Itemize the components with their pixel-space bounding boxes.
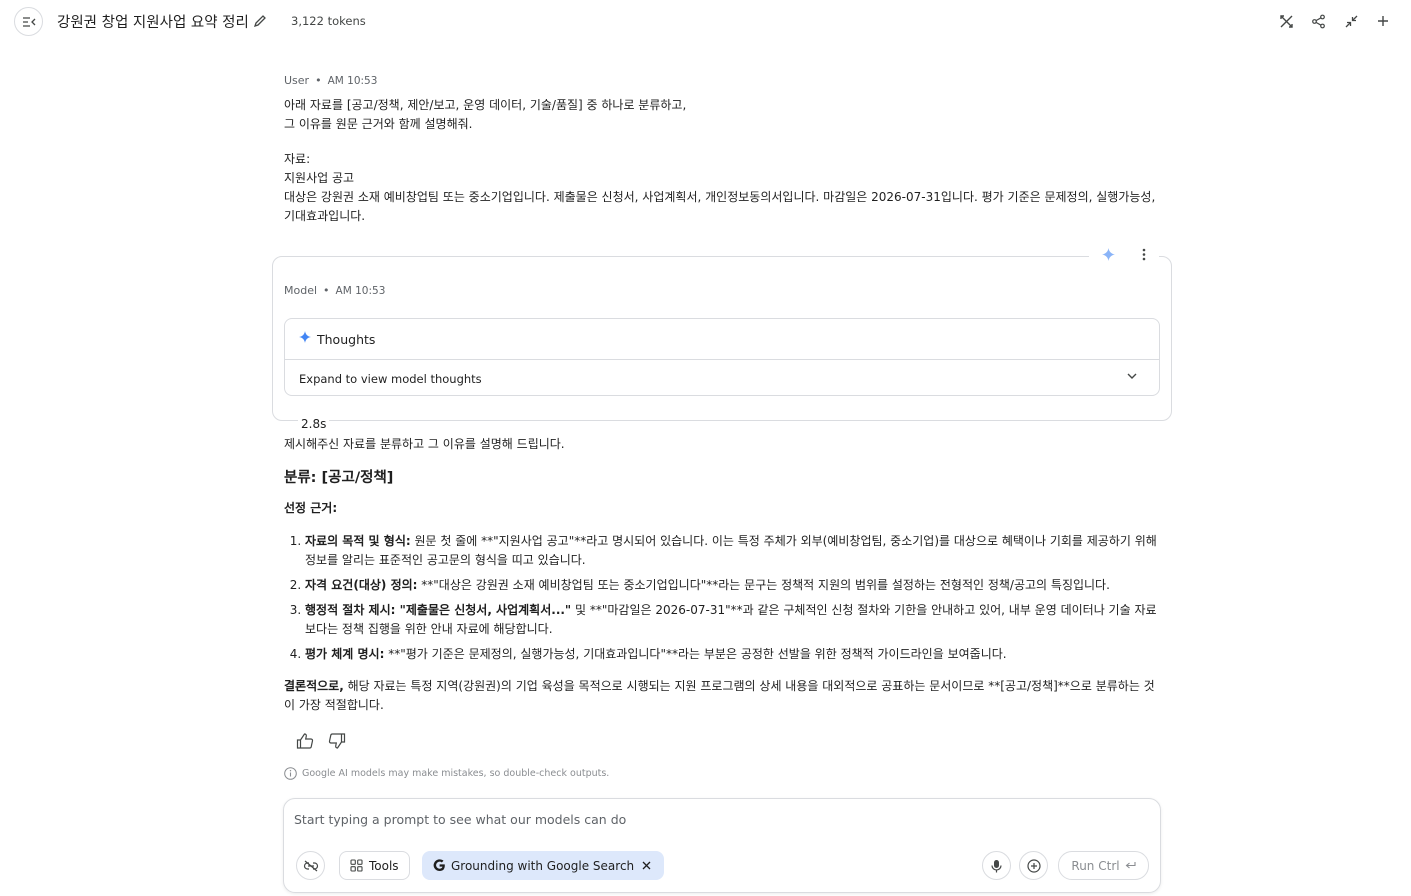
- reason-list: 자료의 목적 및 형식: 원문 첫 줄에 **"지원사업 공고"**라고 명시되…: [284, 532, 1164, 664]
- model-author: Model: [284, 284, 318, 297]
- user-message-line: 자료: 지원사업 공고 대상은 강원권 소재 예비창업팀 또는 중소기업입니다.…: [284, 152, 1156, 223]
- expand-thoughts-button[interactable]: Expand to view model thoughts: [285, 361, 1159, 396]
- thumb-down-icon: [328, 733, 346, 749]
- user-time: AM 10:53: [327, 75, 378, 87]
- tools-icon: [350, 859, 363, 872]
- thumb-up-icon: [296, 733, 314, 749]
- reason-heading: 선정 근거:: [284, 501, 338, 515]
- reason-text: 원문 첫 줄에 **"지원사업 공고"**라고 명시되어 있습니다. 이는 특정…: [305, 534, 1157, 567]
- plus-icon: [1378, 16, 1388, 26]
- model-time: AM 10:53: [335, 285, 386, 297]
- conclusion: 결론적으로, 해당 자료는 특정 지역(강원권)의 기업 육성을 목적으로 시행…: [284, 677, 1164, 715]
- user-message-meta: User • AM 10:53: [284, 74, 378, 87]
- reason-title: 행정적 절차 제시: "제출물은 신청서, 사업계획서...": [305, 603, 572, 617]
- pencil-icon: [253, 15, 266, 28]
- thumb-down-button[interactable]: [328, 733, 346, 753]
- rerun-button[interactable]: [1102, 246, 1116, 265]
- reason-text: **"대상은 강원권 소재 예비창업팀 또는 중소기업입니다"**라는 문구는 …: [417, 578, 1110, 592]
- url-context-button[interactable]: [296, 851, 325, 880]
- reason-text: **"평가 기준은 문제정의, 실행가능성, 기대효과입니다"**라는 부분은 …: [384, 647, 1007, 661]
- thoughts-header: Thoughts: [285, 319, 1159, 360]
- reason-title: 평가 체계 명시:: [305, 647, 385, 661]
- list-item: 행정적 절차 제시: "제출물은 신청서, 사업계획서..." 및 **"마감일…: [305, 601, 1164, 639]
- tools-button[interactable]: Tools: [339, 851, 410, 880]
- compress-button[interactable]: [1342, 12, 1360, 30]
- share-icon: [1311, 14, 1325, 28]
- thumb-up-button[interactable]: [296, 733, 314, 753]
- classification-heading: 분류: [공고/정책]: [284, 470, 394, 486]
- disclaimer: Google AI models may make mistakes, so d…: [284, 767, 609, 780]
- menu-collapse-icon: [22, 16, 35, 27]
- add-circle-icon: [1026, 858, 1041, 873]
- expand-thoughts-label: Expand to view model thoughts: [299, 371, 482, 386]
- close-icon: [642, 861, 651, 870]
- mic-icon: [991, 859, 1002, 872]
- model-answer: 제시해주신 자료를 분류하고 그 이유를 설명해 드립니다. 분류: [공고/정…: [284, 435, 1164, 715]
- reason-title: 자료의 목적 및 형식:: [305, 534, 411, 548]
- more-vert-icon: [1142, 248, 1146, 260]
- prompt-input[interactable]: [294, 807, 1134, 831]
- more-options-button[interactable]: [1142, 246, 1146, 265]
- thoughts-label: Thoughts: [317, 331, 376, 347]
- thinking-duration: 2.8s: [298, 417, 330, 431]
- sparkle-icon: [1102, 247, 1116, 261]
- compare-button[interactable]: [1277, 12, 1295, 30]
- compress-icon: [1345, 15, 1357, 27]
- edit-title-button[interactable]: [253, 13, 269, 29]
- share-button[interactable]: [1309, 12, 1327, 30]
- tools-label: Tools: [369, 858, 399, 873]
- run-label: Run Ctrl: [1071, 858, 1120, 873]
- google-g-icon: [433, 859, 445, 871]
- link-off-icon: [303, 860, 318, 871]
- disclaimer-text: Google AI models may make mistakes, so d…: [302, 768, 610, 779]
- run-button[interactable]: Run Ctrl: [1058, 851, 1149, 880]
- conclusion-bold: 결론적으로,: [284, 679, 344, 693]
- grounding-chip[interactable]: Grounding with Google Search: [422, 851, 664, 880]
- list-item: 자료의 목적 및 형식: 원문 첫 줄에 **"지원사업 공고"**라고 명시되…: [305, 532, 1164, 570]
- grounding-label: Grounding with Google Search: [451, 858, 635, 873]
- info-icon: [284, 767, 297, 780]
- menu-collapse-button[interactable]: [14, 7, 43, 36]
- thoughts-panel: Thoughts Expand to view model thoughts: [284, 318, 1160, 396]
- sparkle-icon: [299, 331, 311, 347]
- conclusion-text: 해당 자료는 특정 지역(강원권)의 기업 육성을 목적으로 시행되는 지원 프…: [284, 679, 1155, 712]
- compare-icon: [1279, 14, 1293, 28]
- reason-title: 자격 요건(대상) 정의:: [305, 578, 418, 592]
- voice-input-button[interactable]: [982, 851, 1011, 880]
- answer-intro: 제시해주신 자료를 분류하고 그 이유를 설명해 드립니다.: [284, 437, 565, 451]
- remove-grounding-button[interactable]: [642, 861, 651, 870]
- list-item: 자격 요건(대상) 정의: **"대상은 강원권 소재 예비창업팀 또는 중소기…: [305, 576, 1164, 595]
- enter-icon: [1125, 862, 1136, 869]
- new-chat-button[interactable]: [1374, 12, 1392, 30]
- prompt-composer: Tools Grounding with Google Search Run C…: [283, 798, 1161, 893]
- token-count: 3,122 tokens: [291, 14, 366, 28]
- feedback-buttons: [296, 733, 346, 753]
- list-item: 평가 체계 명시: **"평가 기준은 문제정의, 실행가능성, 기대효과입니다…: [305, 645, 1164, 664]
- add-media-button[interactable]: [1019, 851, 1048, 880]
- user-author: User: [284, 74, 310, 87]
- user-message: 아래 자료를 [공고/정책, 제안/보고, 운영 데이터, 기술/품질] 중 하…: [284, 96, 1164, 226]
- message-actions: [1089, 240, 1159, 270]
- page-title[interactable]: 강원권 창업 지원사업 요약 정리: [57, 11, 249, 32]
- chevron-down-icon: [1127, 373, 1137, 379]
- model-message-meta: Model • AM 10:53: [284, 284, 386, 297]
- top-bar: 강원권 창업 지원사업 요약 정리 3,122 tokens: [0, 0, 1411, 44]
- user-message-line: 아래 자료를 [공고/정책, 제안/보고, 운영 데이터, 기술/품질] 중 하…: [284, 98, 687, 131]
